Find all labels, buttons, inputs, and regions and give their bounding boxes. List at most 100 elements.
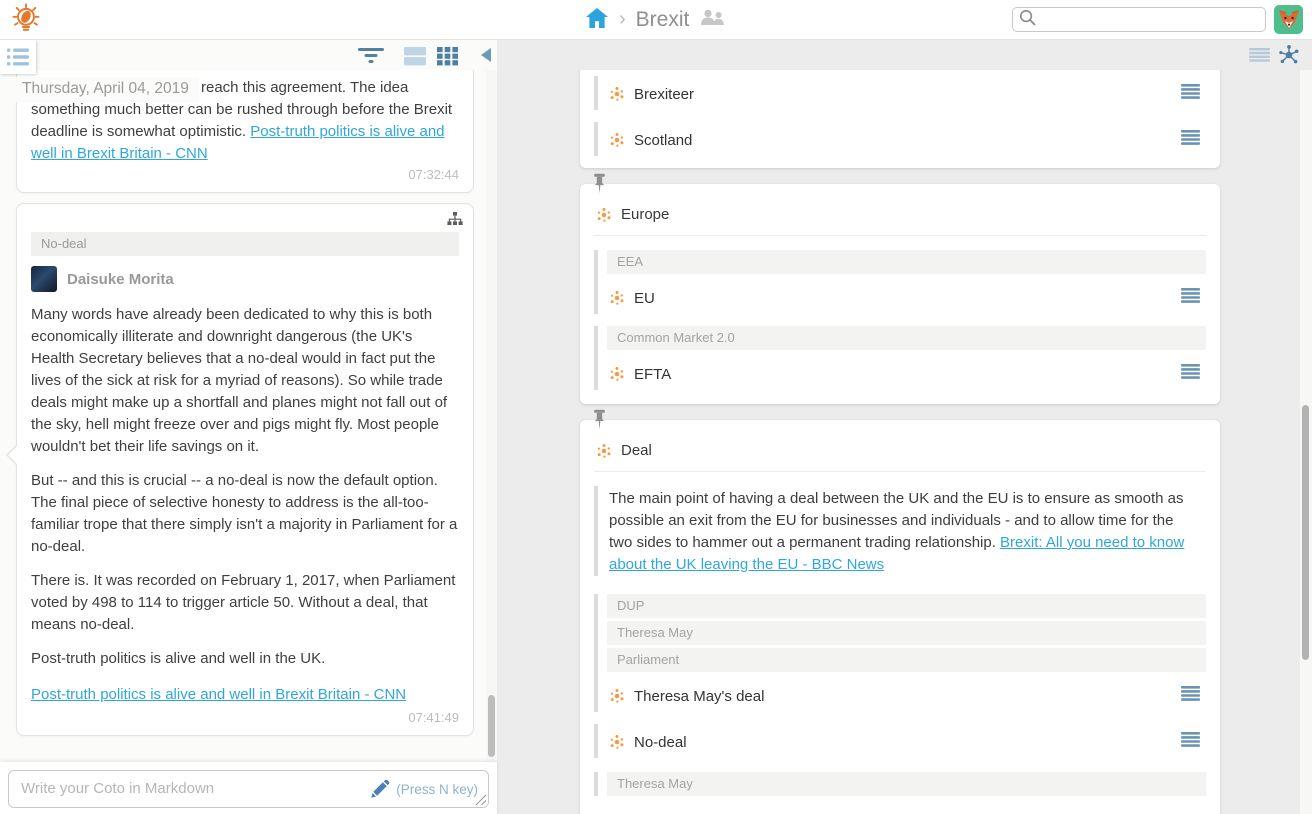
traverse-icon[interactable] (447, 212, 463, 231)
cotoami-app: › Brexit Thursday, April 04, 2019 reach … (0, 0, 1312, 814)
graph-view-icon[interactable] (1278, 44, 1300, 71)
timeline-scrollbar-thumb[interactable] (488, 695, 495, 757)
coto-timestamp: 07:32:44 (408, 167, 459, 182)
pinned-cotonoma-title: Deal (621, 442, 652, 459)
pin-icon (592, 173, 607, 199)
pinned-panel: Brexiteer Scotland Europe EEA EU Common … (497, 40, 1312, 814)
app-header: › Brexit (0, 0, 1312, 40)
row-menu-icon[interactable] (1181, 84, 1200, 104)
coto-paragraph: There is. It was recorded on February 1,… (31, 572, 456, 633)
cotonoma-label: EFTA (634, 365, 672, 383)
pinned-card: Deal The main point of having a deal bet… (580, 409, 1220, 814)
pinned-cotonoma-header[interactable]: Deal (594, 430, 1206, 472)
pinned-scrollbar-thumb[interactable] (1302, 405, 1309, 660)
author-name: Daisuke Morita (67, 270, 174, 288)
coto-editor: (Press N key) (8, 770, 489, 808)
breadcrumb: › Brexit (585, 0, 726, 40)
cotonoma-row[interactable]: Theresa May's deal (607, 678, 1206, 712)
cotonoma-icon (610, 87, 624, 101)
cotonoma-icon (597, 443, 611, 458)
sub-cotonoma-bar[interactable]: Common Market 2.0 (607, 326, 1206, 350)
cotonoma-label: EU (634, 289, 655, 307)
search-input[interactable] (1041, 11, 1259, 28)
sub-cotonoma-bar[interactable]: Theresa May (607, 772, 1206, 796)
timeline-scrollbar[interactable] (486, 70, 497, 762)
row-menu-icon[interactable] (1181, 732, 1200, 752)
cotonoma-icon (610, 735, 624, 749)
cotonoma-title[interactable]: Brexit (636, 8, 690, 32)
coto-card[interactable]: No-deal Daisuke Morita Many words have a… (6, 203, 474, 736)
row-menu-icon[interactable] (1181, 364, 1200, 384)
home-icon[interactable] (585, 7, 609, 34)
collapse-panel-icon[interactable] (481, 48, 491, 62)
timeline-panel: Thursday, April 04, 2019 reach this agre… (0, 40, 497, 814)
coto-paragraph: But -- and this is crucial -- a no-deal … (31, 472, 458, 555)
pinned-cotonoma-title: Europe (621, 206, 670, 223)
pinned-scrollbar[interactable] (1300, 70, 1312, 814)
cotonoma-row[interactable]: No-deal (607, 724, 1206, 758)
pin-icon (592, 409, 607, 435)
cotonoma-row[interactable]: EU (607, 280, 1206, 314)
pinned-group: EEA EU (594, 250, 1206, 314)
cotonoma-icon (610, 689, 624, 703)
cotonoma-row[interactable]: Scotland (607, 122, 1206, 156)
account-avatar[interactable] (1274, 5, 1303, 34)
coto-paragraph: Many words have already been dedicated t… (31, 306, 448, 455)
grid-view-icon[interactable] (437, 46, 458, 71)
cotonoma-icon (610, 133, 624, 147)
pinned-toolbar (497, 40, 1312, 70)
stream-view-icon[interactable] (404, 46, 426, 71)
editor-shortcut-hint: (Press N key) (396, 781, 478, 797)
pencil-icon (371, 779, 390, 798)
cotonoma-icon (597, 207, 611, 222)
coto-editor-bar: (Press N key) (0, 762, 497, 814)
coto-link[interactable]: Post-truth politics is alive and well in… (31, 686, 406, 703)
timeline-scroll-area: Thursday, April 04, 2019 reach this agre… (0, 70, 486, 762)
editor-hint: (Press N key) (370, 779, 478, 799)
pinned-scroll-area: Brexiteer Scotland Europe EEA EU Common … (497, 70, 1312, 814)
nav-menu-button[interactable] (0, 40, 36, 74)
cotonoma-label: No-deal (634, 733, 687, 751)
date-header: Thursday, April 04, 2019 (14, 77, 199, 102)
pinned-card: Brexiteer Scotland (580, 70, 1220, 168)
pinned-group: Scotland (594, 122, 1206, 156)
document-view-icon[interactable] (1249, 48, 1270, 67)
coto-connection-arrow (6, 444, 18, 466)
cotonoma-icon (610, 291, 624, 305)
pinned-card: Europe EEA EU Common Market 2.0 EFTA (580, 173, 1220, 404)
cotonoma-tag[interactable]: No-deal (31, 232, 459, 256)
pinned-group: DUP Theresa May Parliament Theresa May's… (594, 594, 1206, 712)
chevron-right-icon: › (619, 7, 626, 30)
search-icon (1019, 9, 1036, 31)
members-icon (699, 9, 726, 31)
pinned-coto-text: The main point of having a deal between … (609, 490, 1185, 573)
sub-cotonoma-bar[interactable]: Theresa May (607, 621, 1206, 645)
coto-paragraph: Post-truth politics is alive and well in… (31, 650, 326, 667)
row-menu-icon[interactable] (1181, 686, 1200, 706)
pinned-group: Theresa May (594, 772, 1206, 796)
row-menu-icon[interactable] (1181, 288, 1200, 308)
pinned-group: The main point of having a deal between … (594, 486, 1206, 576)
coto-timestamp: 07:41:49 (408, 710, 459, 725)
cotonoma-label: Brexiteer (634, 85, 695, 103)
cotonoma-icon (610, 367, 624, 381)
pinned-group: Common Market 2.0 EFTA (594, 326, 1206, 390)
app-logo-icon[interactable] (8, 3, 44, 37)
sub-cotonoma-bar[interactable]: DUP (607, 594, 1206, 618)
cotonoma-row[interactable]: EFTA (607, 356, 1206, 390)
cotonoma-label: Theresa May's deal (634, 687, 765, 705)
sub-cotonoma-bar[interactable]: EEA (607, 250, 1206, 274)
row-menu-icon[interactable] (1181, 130, 1200, 150)
pinned-group: No-deal (594, 724, 1206, 758)
cotonoma-row[interactable]: Brexiteer (607, 76, 1206, 110)
filter-icon[interactable] (358, 46, 384, 69)
timeline-toolbar (0, 40, 497, 70)
pinned-cotonoma-header[interactable]: Europe (594, 194, 1206, 236)
pinned-group: Brexiteer (594, 76, 1206, 110)
list-icon (7, 48, 29, 66)
author-row: Daisuke Morita (31, 266, 459, 292)
author-avatar (31, 266, 57, 292)
search-box (1012, 7, 1266, 32)
sub-cotonoma-bar[interactable]: Parliament (607, 648, 1206, 672)
cotonoma-label: Scotland (634, 131, 693, 149)
